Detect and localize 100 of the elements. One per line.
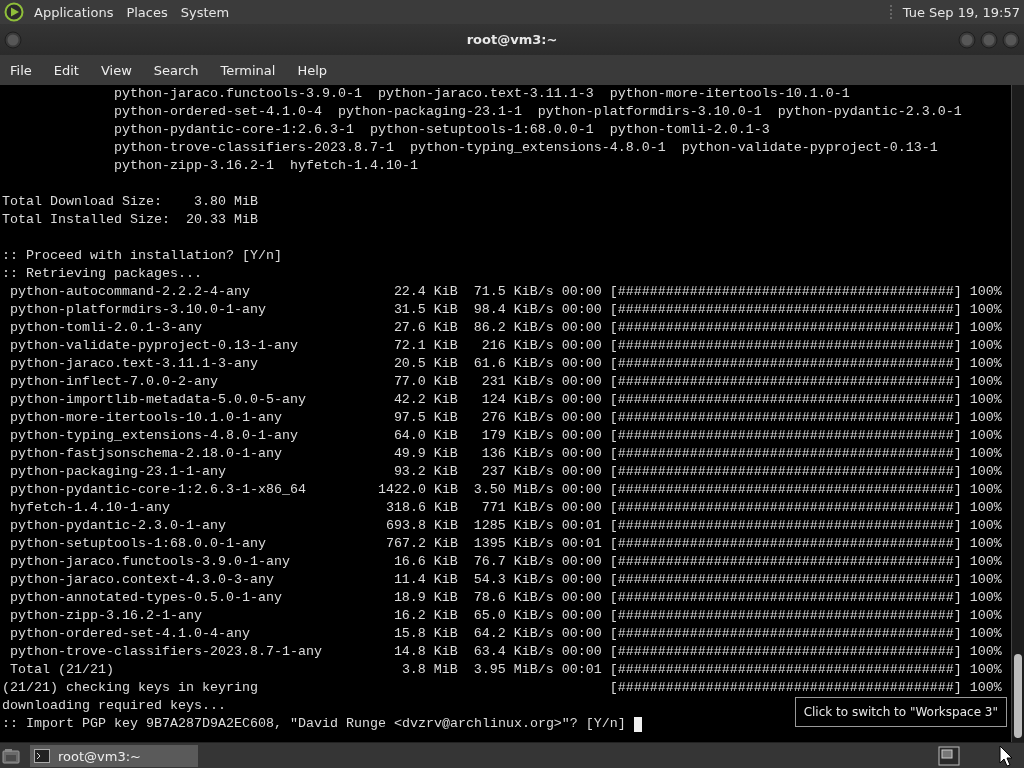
download-speed: 216 KiB/s [480,337,554,355]
download-size: 18.9 KiB [392,589,458,607]
hash-marks-text: [##########################################] [608,373,962,391]
package-name: python-pydantic-core-1:2.6.3-1-x86_64 [9,481,307,499]
prompt-text: :: Import PGP key 9B7A287D9A2EC608, "David Runge <dvzrv@archlinux.org>"? [Y/n] [2,715,626,733]
elapsed-time: 00:00 [560,301,602,319]
clock[interactable]: Tue Sep 19, 19:57 [902,4,1020,20]
hash-marks-text: [##########################################] [608,301,962,319]
terminal-line: python-zipp-3.16.2-1 hyfetch-1.4.10-1 [113,157,418,175]
elapsed-time: 00:00 [560,625,602,643]
download-size: 1422.0 KiB [377,481,458,499]
download-speed: 3.50 MiB/s [472,481,554,499]
panel-menu[interactable]: System [180,4,230,20]
download-speed: 71.5 KiB/s [472,283,554,301]
package-name: Total (21/21) [9,661,115,679]
download-speed: 1395 KiB/s [472,535,554,553]
scrollbar[interactable] [1011,85,1024,742]
mouse-pointer-icon [999,745,1013,767]
download-speed: 65.0 KiB/s [472,607,554,625]
elapsed-time: 00:01 [560,517,602,535]
download-size: 93.2 KiB [392,463,458,481]
download-speed: 179 KiB/s [480,427,554,445]
panel-menu[interactable]: Applications [34,4,114,20]
elapsed-time: 00:00 [560,499,602,517]
elapsed-time: 00:00 [560,283,602,301]
percent-complete: 100% [968,661,1002,679]
download-size: 49.9 KiB [392,445,458,463]
terminal-line: python-trove-classifiers-2023.8.7-1 python-typing_extensions-4.8.0-1 python-validate-pyproject-0.13-1 [113,139,938,157]
percent-complete: 100% [968,625,1002,643]
download-size: 16.6 KiB [392,553,458,571]
hash-marks-text: [##########################################] [608,625,962,643]
hash-marks-text: [##########################################] [608,463,962,481]
percent-complete: 100% [968,517,1002,535]
download-size: 77.0 KiB [392,373,458,391]
menu-item[interactable]: View [100,62,132,78]
hash-marks-text: [##########################################] [608,355,962,373]
percent-complete: 100% [968,679,1002,697]
package-name: python-pydantic-2.3.0-1-any [9,517,227,535]
hash-marks-text: [##########################################] [608,553,962,571]
terminal-line: python-pydantic-core-1:2.6.3-1 python-setuptools-1:68.0.0-1 python-tomli-2.0.1-3 [113,121,770,139]
hash-marks-text: [##########################################] [609,679,962,697]
download-size: 693.8 KiB [384,517,458,535]
workspace-switcher-icon[interactable] [938,746,960,766]
package-name: python-jaraco.functools-3.9.0-1-any [9,553,291,571]
download-speed: 3.95 MiB/s [472,661,554,679]
download-size: 27.6 KiB [392,319,458,337]
download-size: 318.6 KiB [384,499,458,517]
elapsed-time: 00:00 [560,337,602,355]
hash-marks-text: [##########################################] [608,427,962,445]
download-size: 16.2 KiB [392,607,458,625]
package-name: python-inflect-7.0.0-2-any [9,373,219,391]
window-menu-button[interactable] [4,30,22,49]
terminal-line: Total Installed Size: 20.33 MiB [2,211,258,229]
download-size: 31.5 KiB [392,301,458,319]
menu-item[interactable]: Help [297,62,328,78]
package-name: python-trove-classifiers-2023.8.7-1-any [9,643,323,661]
hash-marks-text: [##########################################] [608,643,962,661]
panel-menu[interactable]: Places [126,4,168,20]
hash-marks-text: [##########################################] [608,607,962,625]
package-name: python-fastjsonschema-2.18.0-1-any [9,445,283,463]
percent-complete: 100% [968,283,1002,301]
hash-marks-text: [##########################################] [608,661,962,679]
percent-complete: 100% [968,409,1002,427]
maximize-button[interactable] [980,30,998,49]
hash-marks-text: [##########################################] [608,409,962,427]
package-name: python-jaraco.text-3.11.1-3-any [9,355,259,373]
menu-item[interactable]: Search [153,62,199,78]
window-title: root@vm3:~ [466,32,558,47]
terminal-line: :: Proceed with installation? [Y/n] [2,247,282,265]
menu-item[interactable]: Edit [53,62,79,78]
package-name: python-more-itertools-10.1.0-1-any [9,409,283,427]
elapsed-time: 00:00 [560,589,602,607]
download-speed: 771 KiB/s [480,499,554,517]
elapsed-time: 00:01 [560,661,602,679]
package-name: python-typing_extensions-4.8.0-1-any [9,427,299,445]
terminal-line: (21/21) checking keys in keyring [2,679,259,697]
scrollbar-thumb[interactable] [1014,654,1022,738]
terminal-line: downloading required keys... [2,697,226,715]
package-name: python-importlib-metadata-5.0.0-5-any [9,391,307,409]
download-speed: 78.6 KiB/s [472,589,554,607]
download-size: 97.5 KiB [392,409,458,427]
show-desktop-icon[interactable] [2,747,20,765]
percent-complete: 100% [968,391,1002,409]
download-speed: 1285 KiB/s [472,517,554,535]
hash-marks-text: [##########################################] [608,589,962,607]
download-speed: 64.2 KiB/s [472,625,554,643]
download-speed: 76.7 KiB/s [472,553,554,571]
elapsed-time: 00:00 [560,319,602,337]
package-name: python-tomli-2.0.1-3-any [9,319,203,337]
logo-icon[interactable] [4,2,24,22]
package-name: python-zipp-3.16.2-1-any [9,607,203,625]
terminal-line: Total Download Size: 3.80 MiB [2,193,258,211]
download-size: 15.8 KiB [392,625,458,643]
minimize-button[interactable] [958,30,976,49]
hash-marks-text: [##########################################] [608,319,962,337]
menu-item[interactable]: File [10,62,32,78]
close-button[interactable] [1002,30,1020,49]
taskbar-button[interactable]: root@vm3:~ [30,745,198,767]
download-speed: 86.2 KiB/s [472,319,554,337]
menu-item[interactable]: Terminal [220,62,276,78]
